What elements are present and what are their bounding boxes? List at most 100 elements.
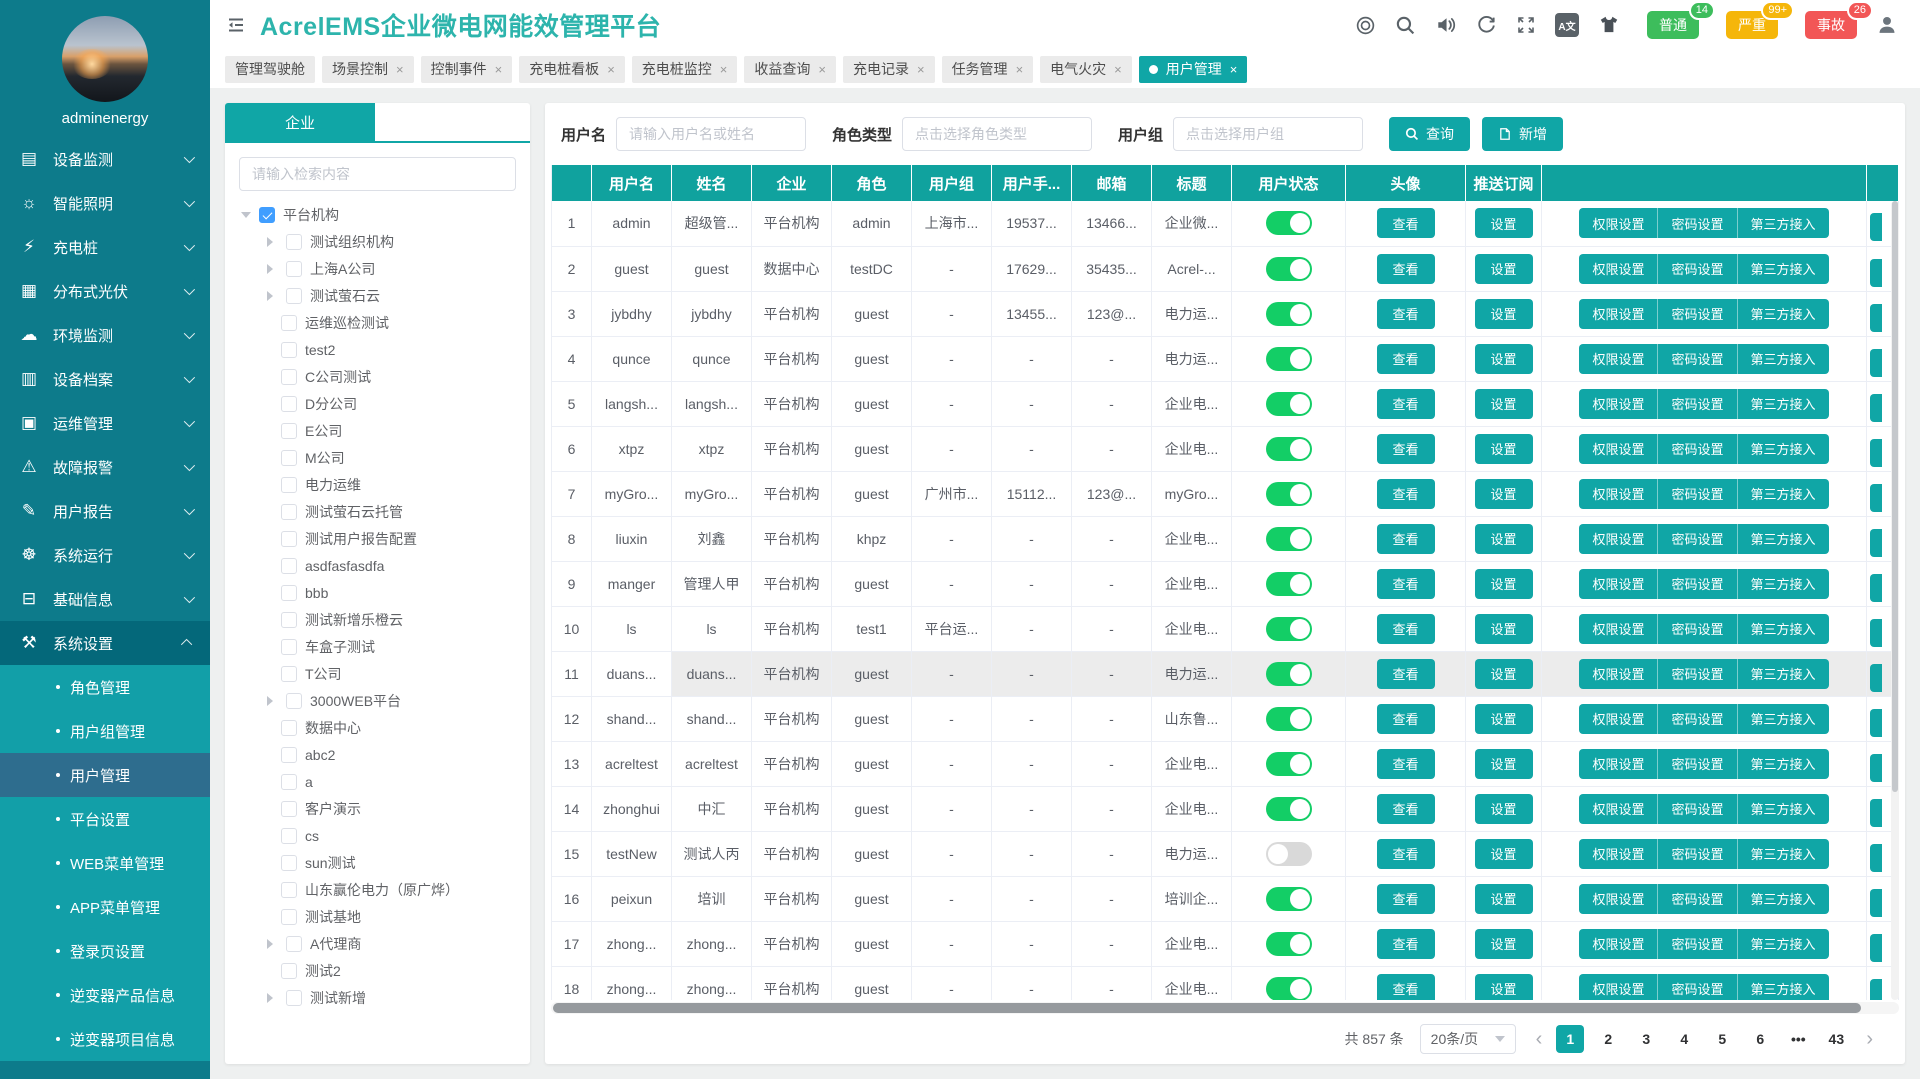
sidebar-item-device-monitor[interactable]: ▤设备监测 — [0, 137, 210, 181]
permission-settings-button[interactable]: 权限设置 — [1579, 704, 1658, 734]
clipped-action-button[interactable] — [1870, 394, 1882, 422]
tree-node-label[interactable]: 测试组织机构 — [310, 232, 394, 252]
third-party-access-button[interactable]: 第三方接入 — [1738, 749, 1829, 779]
clipped-action-button[interactable] — [1870, 213, 1882, 241]
user-status-toggle[interactable] — [1266, 482, 1312, 506]
clipped-action-button[interactable] — [1870, 304, 1882, 332]
theme-shirt-icon[interactable] — [1598, 14, 1620, 36]
sidebar-item-distributed-pv[interactable]: ▦分布式光伏 — [0, 269, 210, 313]
submenu-item-platform-settings[interactable]: 平台设置 — [0, 797, 210, 841]
close-icon[interactable]: × — [1114, 62, 1122, 77]
target-icon[interactable] — [1355, 15, 1376, 36]
clipped-action-button[interactable] — [1870, 619, 1882, 647]
sound-icon[interactable] — [1435, 14, 1457, 36]
tree-node-label[interactable]: 测试用户报告配置 — [305, 529, 417, 549]
tree-node-label[interactable]: 3000WEB平台 — [310, 691, 401, 711]
checkbox[interactable] — [281, 666, 297, 682]
translate-icon[interactable]: A文 — [1555, 13, 1579, 37]
tree-node[interactable]: 数据中心 — [241, 714, 524, 741]
permission-settings-button[interactable]: 权限设置 — [1579, 479, 1658, 509]
user-status-toggle[interactable] — [1266, 707, 1312, 731]
tree-node[interactable]: A代理商 — [241, 930, 524, 957]
prev-page-arrow[interactable]: ‹ — [1532, 1029, 1547, 1049]
user-status-toggle[interactable] — [1266, 527, 1312, 551]
password-settings-button[interactable]: 密码设置 — [1658, 749, 1737, 779]
tab-enterprise[interactable]: 企业 — [225, 103, 375, 141]
user-status-toggle[interactable] — [1266, 842, 1312, 866]
push-subscribe-button[interactable]: 设置 — [1475, 749, 1533, 779]
submenu-item-role-management[interactable]: 角色管理 — [0, 665, 210, 709]
caret-right-icon[interactable] — [267, 237, 278, 247]
permission-settings-button[interactable]: 权限设置 — [1579, 208, 1658, 238]
page-number-6[interactable]: 6 — [1746, 1025, 1774, 1053]
caret-right-icon[interactable] — [267, 291, 278, 301]
group-filter-input[interactable] — [1173, 117, 1363, 151]
third-party-access-button[interactable]: 第三方接入 — [1738, 434, 1829, 464]
push-subscribe-button[interactable]: 设置 — [1475, 929, 1533, 959]
tree-node[interactable]: C公司测试 — [241, 363, 524, 390]
password-settings-button[interactable]: 密码设置 — [1658, 704, 1737, 734]
checkbox[interactable] — [281, 747, 297, 763]
user-status-toggle[interactable] — [1266, 977, 1312, 1001]
tree-node[interactable]: 3000WEB平台 — [241, 687, 524, 714]
tree-node[interactable]: 测试新增 — [241, 984, 524, 1011]
permission-settings-button[interactable]: 权限设置 — [1579, 839, 1658, 869]
search-button[interactable]: 查询 — [1389, 117, 1470, 151]
sidebar-item-system-run[interactable]: ☸系统运行 — [0, 533, 210, 577]
tree-node-label[interactable]: bbb — [305, 585, 328, 601]
tree-node-label[interactable]: 数据中心 — [305, 718, 361, 738]
tree-node-label[interactable]: 测试新增 — [310, 988, 366, 1008]
tree-node-label[interactable]: C公司测试 — [305, 367, 371, 387]
tab-10[interactable]: 用户管理× — [1139, 56, 1248, 83]
third-party-access-button[interactable]: 第三方接入 — [1738, 344, 1829, 374]
permission-settings-button[interactable]: 权限设置 — [1579, 299, 1658, 329]
tree-node-label[interactable]: D分公司 — [305, 394, 357, 414]
clipped-action-button[interactable] — [1870, 844, 1882, 872]
checkbox[interactable] — [281, 531, 297, 547]
clipped-action-button[interactable] — [1870, 574, 1882, 602]
sidebar-item-charging-pile[interactable]: ⚡充电桩 — [0, 225, 210, 269]
page-number-4[interactable]: 4 — [1670, 1025, 1698, 1053]
user-status-toggle[interactable] — [1266, 572, 1312, 596]
third-party-access-button[interactable]: 第三方接入 — [1738, 569, 1829, 599]
clipped-action-button[interactable] — [1870, 439, 1882, 467]
caret-down-icon[interactable] — [241, 212, 251, 223]
checkbox[interactable] — [281, 342, 297, 358]
tree-node-label[interactable]: 测试萤石云 — [310, 286, 380, 306]
push-subscribe-button[interactable]: 设置 — [1475, 884, 1533, 914]
clipped-action-button[interactable] — [1870, 799, 1882, 827]
tree-node-root[interactable]: 平台机构 — [241, 201, 524, 228]
sidebar-item-device-archive[interactable]: ▥设备档案 — [0, 357, 210, 401]
password-settings-button[interactable]: 密码设置 — [1658, 344, 1737, 374]
vertical-scrollbar-thumb[interactable] — [1892, 201, 1898, 792]
push-subscribe-button[interactable]: 设置 — [1475, 434, 1533, 464]
alarm-pill-normal[interactable]: 普通 14 — [1647, 11, 1699, 39]
view-avatar-button[interactable]: 查看 — [1377, 884, 1435, 914]
push-subscribe-button[interactable]: 设置 — [1475, 659, 1533, 689]
push-subscribe-button[interactable]: 设置 — [1475, 254, 1533, 284]
view-avatar-button[interactable]: 查看 — [1377, 254, 1435, 284]
checkbox[interactable] — [281, 909, 297, 925]
password-settings-button[interactable]: 密码设置 — [1658, 479, 1737, 509]
tree-node-label[interactable]: 平台机构 — [283, 205, 339, 225]
third-party-access-button[interactable]: 第三方接入 — [1738, 208, 1829, 238]
tree-node[interactable]: D分公司 — [241, 390, 524, 417]
tree-node[interactable]: bbb — [241, 579, 524, 606]
user-status-toggle[interactable] — [1266, 257, 1312, 281]
checkbox[interactable] — [281, 855, 297, 871]
push-subscribe-button[interactable]: 设置 — [1475, 794, 1533, 824]
user-status-toggle[interactable] — [1266, 932, 1312, 956]
checkbox[interactable] — [281, 477, 297, 493]
permission-settings-button[interactable]: 权限设置 — [1579, 254, 1658, 284]
sidebar-item-fault-alarm[interactable]: ⚠故障报警 — [0, 445, 210, 489]
tree-node-label[interactable]: E公司 — [305, 421, 342, 441]
tab-5[interactable]: 充电桩监控× — [632, 56, 738, 83]
checkbox[interactable] — [281, 639, 297, 655]
checkbox[interactable] — [281, 423, 297, 439]
sidebar-item-system-settings[interactable]: ⚒系统设置 — [0, 621, 210, 665]
tree-node[interactable]: 测试用户报告配置 — [241, 525, 524, 552]
clipped-action-button[interactable] — [1870, 934, 1882, 962]
push-subscribe-button[interactable]: 设置 — [1475, 569, 1533, 599]
tree-node-label[interactable]: A代理商 — [310, 934, 361, 954]
push-subscribe-button[interactable]: 设置 — [1475, 479, 1533, 509]
